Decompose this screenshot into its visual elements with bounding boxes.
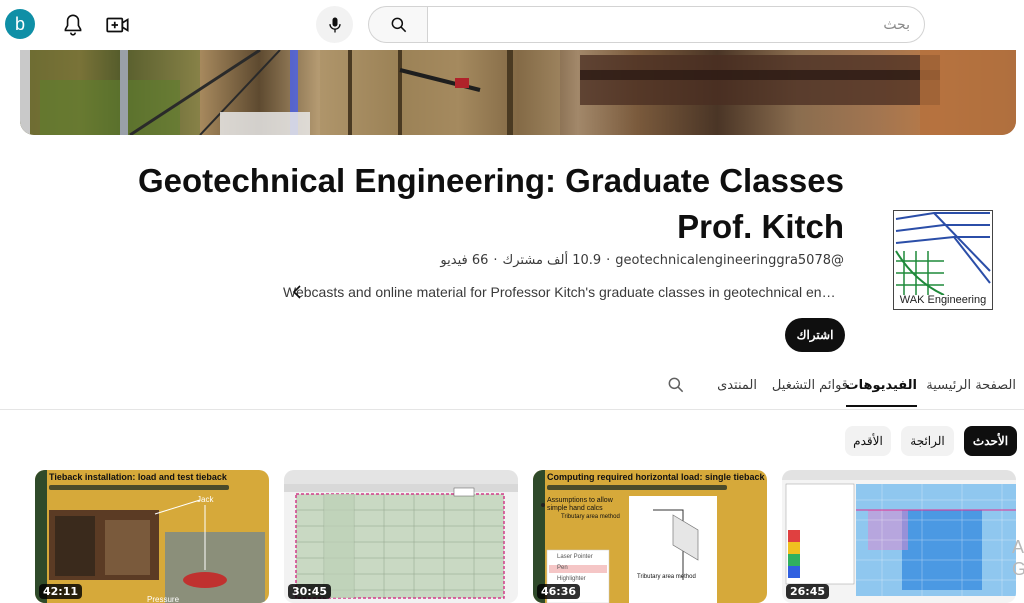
mic-button[interactable]	[316, 6, 353, 43]
avatar-letter: b	[14, 13, 25, 34]
create-video-icon[interactable]	[104, 12, 132, 38]
slide-label: Tributary area method	[637, 574, 696, 580]
banner-image	[20, 50, 1016, 135]
edge-letter: G	[1012, 559, 1024, 579]
subscribe-button[interactable]: اشتراك	[785, 318, 845, 352]
slide-label: Pressure	[147, 595, 180, 603]
tab-home[interactable]: الصفحة الرئيسية	[926, 378, 1016, 393]
account-avatar[interactable]: b	[5, 9, 35, 39]
chip-popular[interactable]: الرائجة	[901, 426, 954, 456]
tab-community[interactable]: المنتدى	[717, 378, 757, 393]
slide-bullet: Assumptions to allow simple hand calcs	[547, 497, 613, 512]
edge-text: A G	[1012, 536, 1024, 580]
channel-banner	[20, 50, 1016, 135]
top-bar: b	[0, 0, 1024, 50]
bell-icon[interactable]	[60, 12, 86, 38]
mic-icon	[328, 17, 341, 32]
tab-videos[interactable]: الفيديوهات	[845, 378, 917, 407]
meta-separator: ·	[606, 253, 611, 268]
slide-label: Tributary area method	[561, 514, 620, 520]
video-thumbnail[interactable]: 26:45	[782, 470, 1016, 603]
slide-title: Tieback installation: load and test tieb…	[49, 472, 227, 482]
chip-latest[interactable]: الأحدث	[964, 426, 1017, 456]
video-count: 66 فيديو	[440, 253, 489, 268]
channel-description[interactable]: Webcasts and online material for Profess…	[283, 284, 843, 300]
menu-item-pen: Pen	[557, 565, 568, 571]
video-duration: 42:11	[39, 584, 83, 599]
channel-logo[interactable]: WAK Engineering	[893, 210, 993, 310]
video-thumbnail[interactable]: Computing required horizontal load: sing…	[533, 470, 767, 603]
chip-oldest[interactable]: الأقدم	[845, 426, 891, 456]
slide-label: Jack	[197, 495, 214, 504]
video-duration: 30:45	[288, 584, 332, 599]
channel-meta: @geotechnicalengineeringgra5078 · 10.9 أ…	[440, 253, 844, 268]
video-duration: 46:36	[537, 584, 581, 599]
wak-logo-graphic	[895, 212, 991, 296]
slide-title: Computing required horizontal load: sing…	[547, 472, 765, 482]
search-icon[interactable]	[666, 375, 686, 395]
menu-item-highlighter: Highlighter	[557, 576, 586, 582]
subscriber-count: 10.9 ألف مشترك	[502, 253, 602, 268]
video-thumbnail[interactable]: 30:45	[284, 470, 518, 603]
search-icon	[391, 17, 406, 32]
channel-handle: @geotechnicalengineeringgra5078	[615, 253, 844, 268]
search-button[interactable]	[368, 6, 428, 43]
chevron-left-icon[interactable]	[290, 284, 304, 300]
video-duration: 26:45	[786, 584, 830, 599]
logo-text: WAK Engineering	[899, 294, 987, 306]
channel-title: Geotechnical Engineering: Graduate Class…	[137, 162, 844, 245]
video-thumbnail[interactable]: Tieback installation: load and test tieb…	[35, 470, 269, 603]
tab-playlists[interactable]: قوائم التشغيل	[772, 378, 848, 393]
menu-item-laser-pointer: Laser Pointer	[557, 554, 593, 560]
edge-letter: A	[1012, 537, 1024, 557]
channel-tabs: الصفحة الرئيسية الفيديوهات قوائم التشغيل…	[0, 366, 1024, 410]
search-input[interactable]	[427, 6, 925, 43]
meta-separator: ·	[493, 253, 498, 268]
